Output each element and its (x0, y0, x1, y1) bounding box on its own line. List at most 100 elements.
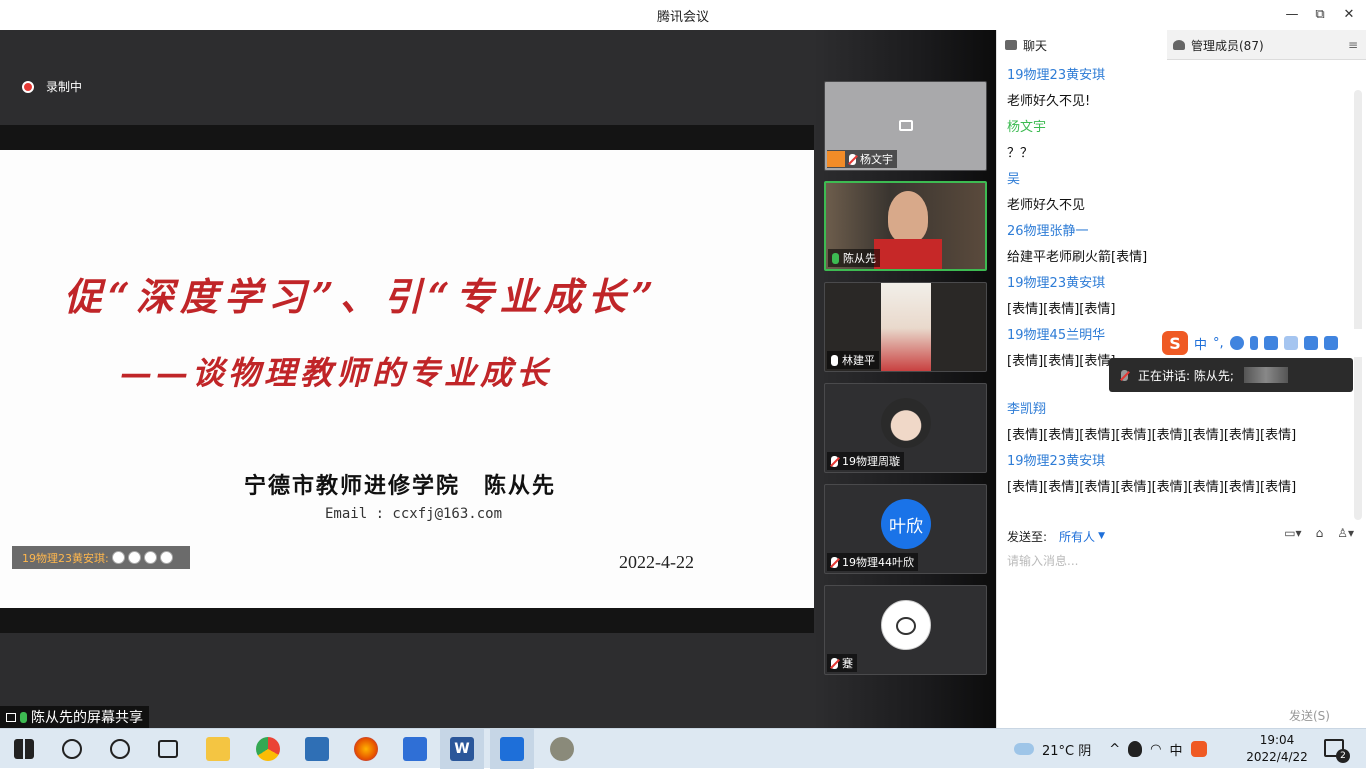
message-text: [表情][表情][表情][表情][表情][表情][表情][表情] (1007, 427, 1297, 443)
ime-mode[interactable]: 中 (1194, 334, 1207, 353)
participant-name-tag: 19物理44叶欣 (827, 553, 918, 571)
cartoon-face-icon (896, 617, 916, 635)
clock[interactable]: 19:04 2022/4/22 (1246, 732, 1308, 766)
window-titlebar: 腾讯会议 — ⧉ ✕ (0, 0, 1366, 30)
firefox-icon[interactable] (354, 737, 378, 761)
participant-tile[interactable]: 19物理周璇 (824, 383, 987, 473)
word-icon[interactable]: W (450, 737, 474, 761)
record-dot-icon (22, 80, 34, 93)
chat-scrollbar[interactable] (1354, 90, 1362, 520)
mic-on-icon (832, 252, 839, 264)
tab-chat-label: 聊天 (1023, 38, 1048, 53)
grid-icon[interactable] (1323, 336, 1338, 350)
slide-date: 2022-4-22 (619, 552, 694, 572)
dingtalk-icon[interactable] (403, 737, 427, 761)
screen-share-owner: 陈从先的屏幕共享 (31, 710, 143, 726)
send-to-dropdown[interactable]: 所有人 (1059, 528, 1095, 545)
chat-input[interactable]: 请输入消息... (1007, 552, 1078, 569)
chevron-up-icon[interactable]: ^ (1109, 742, 1120, 757)
voice-icon[interactable] (1249, 336, 1258, 350)
message-text: [表情][表情][表情] (1007, 301, 1116, 317)
cortana-icon[interactable] (110, 739, 130, 759)
keyboard-icon[interactable] (1263, 336, 1278, 350)
folder-icon[interactable]: ▭▾ (1284, 526, 1301, 540)
participant-tile[interactable]: 林建平 (824, 282, 987, 372)
menu-icon[interactable]: ≡ (1345, 37, 1361, 53)
presentation-slide: 促“深度学习”、引“专业成长” ——谈物理教师的专业成长 宁德市教师进修学院 陈… (0, 150, 814, 608)
participant-name: 19物理44叶欣 (842, 556, 914, 569)
message-sender: 李凯翔 (1007, 401, 1047, 417)
slide-title: 促“深度学习”、引“专业成长” (64, 274, 660, 319)
file-explorer-icon[interactable] (206, 737, 230, 761)
participant-avatar (881, 398, 931, 448)
recording-label: 录制中 (46, 80, 83, 94)
clap-icon (159, 551, 173, 564)
browser-icon[interactable] (256, 737, 280, 761)
ime-punct[interactable]: °, (1213, 336, 1224, 351)
speaking-text: 正在讲话: 陈从先; (1138, 368, 1234, 383)
tab-members[interactable]: 管理成员(87) (1169, 30, 1335, 60)
participant-name: 林建平 (842, 354, 875, 367)
participant-name-tag: 蹇 (827, 654, 857, 672)
search-icon[interactable] (62, 739, 82, 759)
task-view-icon[interactable] (158, 740, 178, 758)
chat-toolbar: ▭▾ ⌂ ♙▾ (1284, 526, 1354, 540)
sogou-logo-icon[interactable]: S (1162, 331, 1188, 355)
tab-chat[interactable]: 聊天 (997, 30, 1167, 60)
participant-tile-active-speaker[interactable]: 陈从先 (824, 181, 987, 271)
participant-video-list: 杨文宇 陈从先 林建平 19物理周璇 叶欣 19物理44叶欣 蹇 (814, 30, 996, 728)
participant-tile[interactable]: 蹇 (824, 585, 987, 675)
participant-avatar (881, 600, 931, 650)
shared-screen-stage: 录制中 促“深度学习”、引“专业成长” ——谈物理教师的专业成长 宁德市教师进修… (0, 30, 814, 728)
close-button[interactable]: ✕ (1337, 4, 1361, 26)
participant-tile[interactable]: 叶欣 19物理44叶欣 (824, 484, 987, 574)
clock-date: 2022/4/22 (1246, 750, 1308, 764)
slide-author: 宁德市教师进修学院 陈从先 (244, 473, 557, 499)
ime-lang[interactable]: 中 (1170, 740, 1183, 759)
mail-icon[interactable] (305, 737, 329, 761)
user-icon[interactable] (1283, 336, 1298, 350)
slide-subtitle: ——谈物理教师的专业成长 (120, 354, 553, 392)
message-text: 老师好久不见 (1007, 197, 1086, 213)
weather-cloud-icon (1014, 743, 1034, 755)
clock-time: 19:04 (1259, 733, 1295, 747)
slide-email: Email : ccxfj@163.com (325, 506, 503, 522)
mic-muted-icon (831, 556, 838, 568)
message-text: 给建平老师刷火箭[表情] (1007, 249, 1148, 265)
participant-name: 19物理周璇 (842, 455, 900, 468)
send-target-row: 发送至: 所有人 ▼ ▭▾ ⌂ ♙▾ (1007, 526, 1362, 546)
sogou-tray-icon[interactable] (1190, 741, 1207, 757)
emoji-icon[interactable] (1229, 336, 1244, 350)
message-sender: 19物理23黄安琪 (1007, 275, 1106, 291)
send-button[interactable]: 发送(S) (1289, 707, 1330, 724)
user-settings-icon[interactable]: ♙▾ (1337, 526, 1354, 540)
message-text: ？？ (1007, 145, 1034, 161)
camera-icon[interactable]: ⌂ (1316, 526, 1324, 540)
message-sender: 26物理张静一 (1007, 223, 1089, 239)
participant-name: 蹇 (842, 657, 853, 670)
send-to-label: 发送至: (1007, 529, 1048, 544)
skin-icon[interactable] (1303, 336, 1318, 350)
mic-on-icon (831, 354, 838, 366)
notification-icon[interactable]: 2 (1324, 739, 1350, 763)
wifi-icon[interactable]: ◠ (1150, 742, 1161, 757)
participant-name: 陈从先 (843, 252, 876, 265)
recording-indicator[interactable]: 录制中 (22, 78, 82, 95)
system-tray: 21°C 阴 ^ ◠ 中 (1014, 729, 1207, 769)
mic-on-icon (20, 711, 27, 723)
reaction-sender: 19物理23黄安琪: (22, 551, 109, 565)
qq-icon[interactable] (1128, 741, 1143, 757)
tencent-meeting-icon[interactable] (500, 737, 524, 761)
weather-text[interactable]: 21°C 阴 (1042, 740, 1091, 759)
maximize-button[interactable]: ⧉ (1308, 4, 1332, 26)
participant-tile[interactable]: 杨文宇 (824, 81, 987, 171)
mic-muted-icon (831, 455, 838, 467)
photo-app-icon[interactable] (550, 737, 574, 761)
participant-video-body (874, 239, 942, 269)
participant-name-tag: 杨文宇 (827, 150, 897, 168)
mic-muted-icon (849, 153, 856, 165)
screen-icon (6, 712, 16, 722)
minimize-button[interactable]: — (1280, 4, 1304, 26)
windows-start-icon[interactable] (14, 739, 34, 759)
message-sender: 19物理23黄安琪 (1007, 67, 1106, 83)
